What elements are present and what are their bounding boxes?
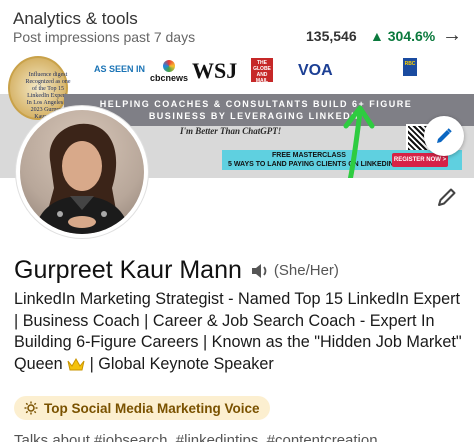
impressions-change: ▲ 304.6% (370, 28, 436, 44)
arrow-right-icon[interactable]: → (442, 24, 462, 47)
analytics-title: Analytics & tools (13, 9, 138, 28)
edit-pencil-icon (437, 128, 452, 143)
impressions-count: 135,546 (306, 28, 357, 44)
speaker-icon[interactable] (250, 262, 270, 280)
globe-and-mail-logo: THE GLOBE AND MAIL (251, 58, 273, 84)
profile-avatar[interactable] (16, 106, 148, 238)
sun-badge-icon (24, 401, 38, 415)
cbc-logo: cbcnews (150, 60, 188, 83)
profile-name: Gurpreet Kaur Mann (14, 256, 242, 284)
green-arrow-drawing (343, 105, 375, 178)
edit-pencil-icon (438, 188, 456, 206)
analytics-subtitle: Post impressions past 7 days (13, 29, 196, 45)
edit-profile-button[interactable] (436, 186, 458, 213)
top-voice-badge[interactable]: Top Social Media Marketing Voice (14, 396, 270, 420)
avatar-photo (20, 110, 144, 234)
voa-logo: VOA (298, 62, 333, 79)
rbc-logo: RBC (403, 58, 417, 76)
wsj-logo: WSJ (192, 58, 238, 83)
edit-banner-button[interactable] (424, 116, 464, 156)
name-row: Gurpreet Kaur Mann (She/Her) (14, 256, 339, 285)
pronouns: (She/Her) (273, 262, 339, 279)
top-voice-label: Top Social Media Marketing Voice (44, 400, 260, 416)
as-seen-in-label: AS SEEN IN (94, 64, 146, 74)
person-silhouette (34, 123, 130, 234)
profile-headline: LinkedIn Marketing Strategist - Named To… (14, 290, 462, 373)
crown-icon (67, 357, 85, 370)
analytics-section[interactable]: Analytics & tools Post impressions past … (0, 0, 474, 52)
banner-quote: I'm Better Than ChatGPT! (180, 126, 282, 136)
talks-about: Talks about #jobsearch, #linkedintips, #… (14, 432, 378, 442)
